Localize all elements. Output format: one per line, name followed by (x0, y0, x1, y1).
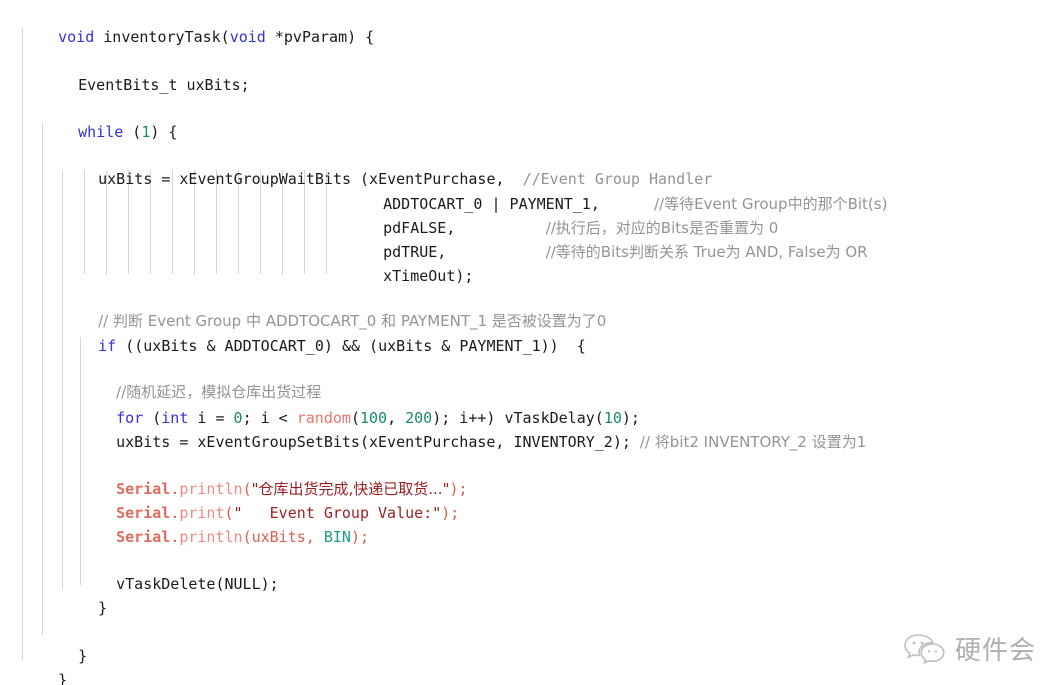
watermark-label: 硬件会 (954, 636, 1036, 666)
comment-spacer (631, 433, 640, 451)
watermark: 硬件会 (903, 630, 1036, 667)
constant-bin: BIN (323, 528, 351, 546)
if-condition: ((uxBits & ADDTOCART_0) && (uxBits & PAY… (116, 337, 586, 355)
code-line: } (22, 647, 67, 685)
paren-close-brace: ) { (150, 123, 178, 141)
code-screenshot: void inventoryTask(void *pvParam) { Even… (0, 0, 1056, 685)
keyword-if: if (98, 337, 117, 355)
param-list: *pvParam) { (265, 28, 375, 46)
indent-guide (22, 28, 23, 660)
closing-brace-while: } (78, 647, 88, 665)
comment-set-bit2: // 将bit2 INVENTORY_2 设置为1 (639, 433, 867, 451)
paren-close: ); (441, 504, 460, 522)
arg-xtimeout: xTimeOut); (383, 267, 474, 285)
keyword-while: while (78, 123, 124, 141)
comment-wait-for-all: //等待的Bits判断关系 True为 AND, False为 OR (545, 243, 868, 261)
keyword-void: void (58, 28, 95, 46)
paren-close: ); (350, 528, 369, 546)
call-vtaskdelete: vTaskDelete(NULL); (116, 575, 279, 593)
function-name: inventoryTask( (94, 28, 230, 46)
declaration-uxbits: EventBits_t uxBits; (78, 76, 250, 94)
object-serial: Serial (116, 528, 171, 546)
code-line: vTaskDelete(NULL); (80, 551, 279, 617)
dot-operator: . (170, 528, 180, 546)
method-println: println (179, 528, 243, 546)
paren-open: ( (123, 123, 142, 141)
closing-brace-if: } (98, 599, 108, 617)
closing-brace-function: } (58, 671, 68, 685)
args-uxbits: (uxBits, (242, 528, 324, 546)
indent-guide (42, 122, 43, 634)
call-xeventgroupsetbits: uxBits = xEventGroupSetBits(xEventPurcha… (116, 433, 631, 451)
wechat-bubbles-icon (903, 632, 947, 666)
keyword-void-param: void (229, 28, 266, 46)
